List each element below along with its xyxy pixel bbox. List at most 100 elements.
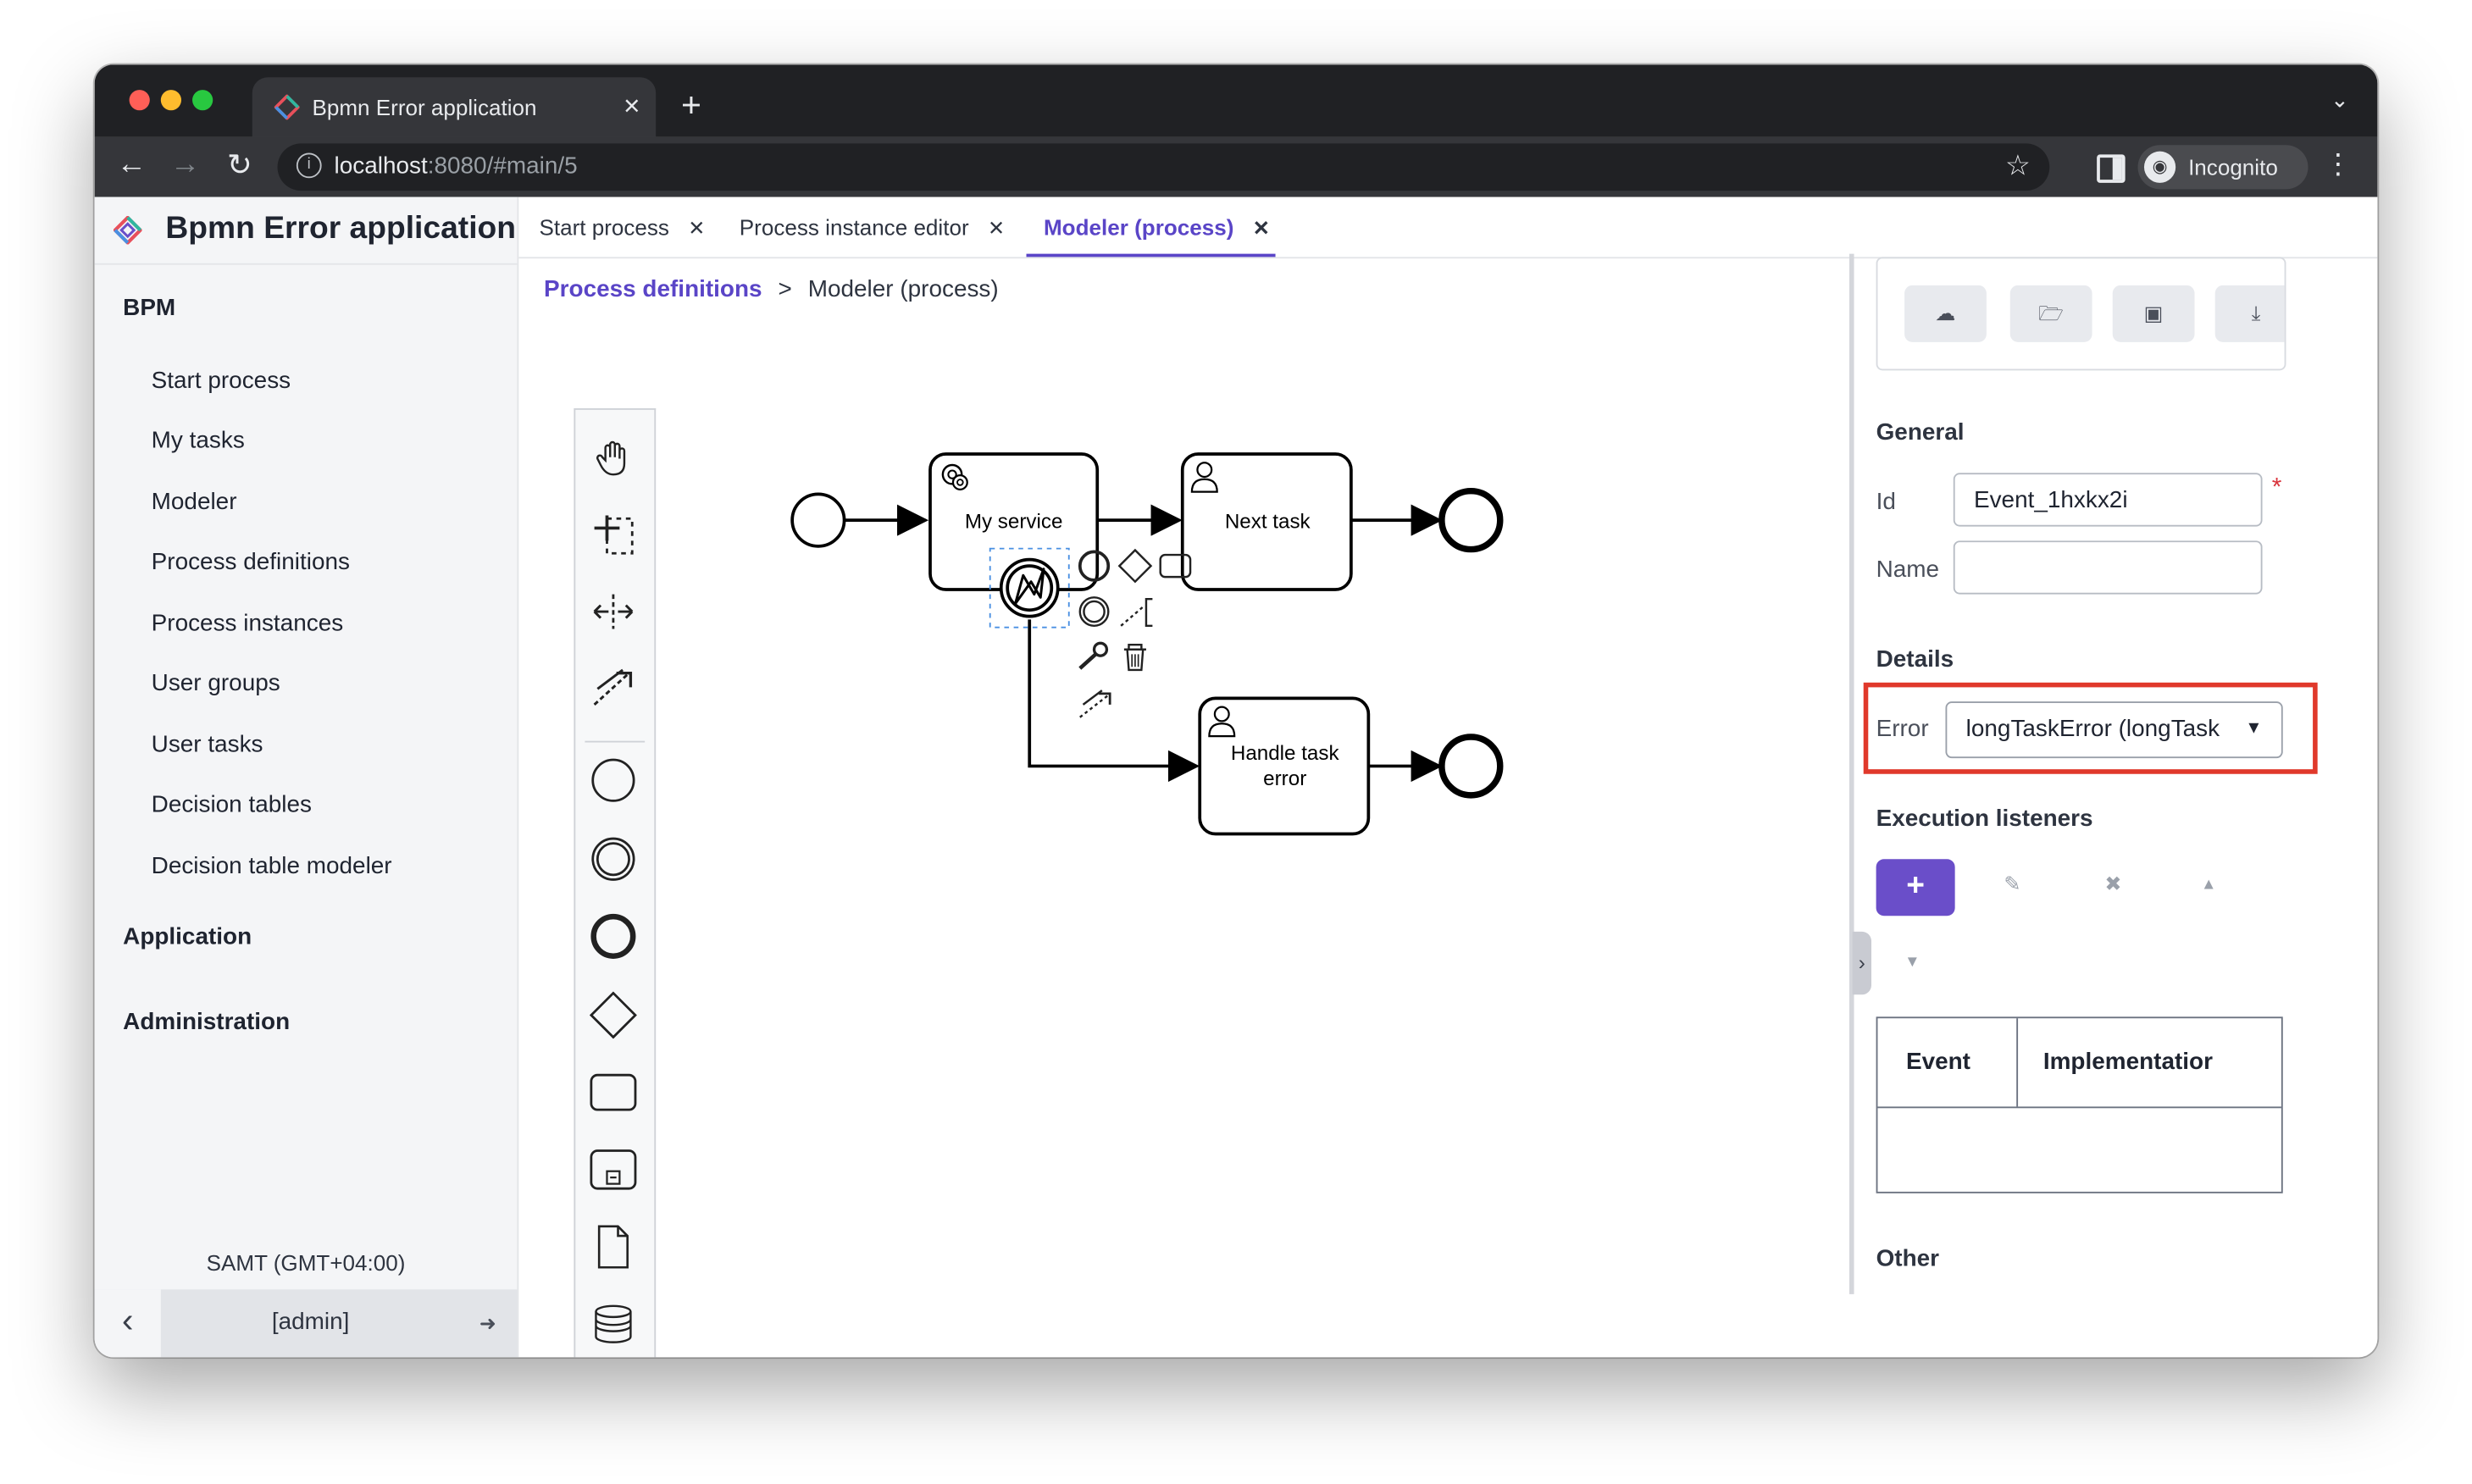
tab-close-icon[interactable]: × (624, 90, 640, 123)
name-label: Name (1876, 556, 1940, 584)
browser-tab[interactable]: Bpmn Error application × (252, 77, 657, 137)
handle-error-task[interactable]: Handle task error (1198, 696, 1371, 836)
download-icon[interactable]: ⤓ (2214, 285, 2285, 342)
site-info-icon[interactable]: i (296, 152, 322, 179)
side-panel-icon[interactable] (2097, 154, 2126, 183)
bookmark-star-icon[interactable]: ☆ (2005, 150, 2031, 183)
section-general: General (1876, 419, 1965, 446)
end-event[interactable] (1438, 734, 1504, 799)
name-input[interactable] (1953, 540, 2263, 595)
sidebar: Bpmn Error application BPM Start process… (94, 197, 519, 1358)
properties-panel: ☁ 🗁 ▣ ⤓ General Id * Name Details Error … (1863, 257, 2378, 1357)
app-tabs: Start process ✕ Process instance editor ✕ … (518, 197, 2378, 259)
app-logo-icon (113, 215, 142, 245)
task-label-line2: error (1263, 767, 1306, 790)
browser-tab-title: Bpmn Error application (312, 94, 537, 120)
start-event[interactable] (790, 492, 846, 548)
menu-item-user-groups[interactable]: User groups (152, 670, 280, 697)
new-tab-icon[interactable]: + (681, 85, 701, 125)
folder-open-icon[interactable]: 🗁 (2009, 285, 2092, 342)
tab-process-instance-editor[interactable]: Process instance editor ✕ (740, 214, 1005, 241)
minimize-window-button[interactable] (160, 90, 182, 111)
append-intermediate-event-icon[interactable] (1078, 596, 1110, 628)
id-input[interactable] (1953, 473, 2263, 527)
column-event[interactable]: Event (1906, 1049, 1970, 1076)
user-bar: ‹ [admin] ➜ (94, 1289, 518, 1358)
column-divider (2016, 1018, 2019, 1107)
bpmn-canvas[interactable]: My service Next task Handle task error (518, 311, 1862, 1358)
logout-icon[interactable]: ➜ (479, 1311, 496, 1337)
browser-titlebar: Bpmn Error application × + ⌄ (94, 64, 2378, 137)
main-area: Start process ✕ Process instance editor ✕ … (518, 197, 2378, 1358)
error-select-value: longTaskError (longTask (1965, 715, 2220, 743)
move-down-icon[interactable]: ▼ (1904, 954, 1920, 971)
user-name[interactable]: [admin] (161, 1309, 461, 1336)
close-icon[interactable]: ✕ (988, 216, 1005, 240)
connect-icon[interactable] (1079, 689, 1111, 718)
menu-item-process-definitions[interactable]: Process definitions (152, 549, 350, 576)
edit-pencil-icon[interactable]: ✎ (2004, 872, 2020, 897)
cloud-upload-icon[interactable]: ☁ (1904, 285, 1987, 342)
reload-icon[interactable]: ↻ (227, 148, 252, 185)
chevron-right-icon[interactable]: › (1852, 931, 1872, 995)
chevron-down-icon[interactable]: ⌄ (2331, 86, 2349, 114)
profile-label: Incognito (2188, 154, 2278, 180)
back-arrow-icon[interactable]: ← (117, 148, 147, 183)
error-label: Error (1876, 715, 1929, 743)
panel-splitter[interactable] (1848, 253, 1854, 1294)
menu-item-start-process[interactable]: Start process (152, 368, 291, 395)
tab-start-process[interactable]: Start process ✕ (539, 214, 705, 241)
wrench-icon[interactable] (1078, 641, 1109, 670)
collapse-sidebar-icon[interactable]: ‹ (94, 1289, 161, 1358)
menu-item-decision-table-modeler[interactable]: Decision table modeler (152, 853, 392, 880)
error-select[interactable]: longTaskError (longTask ▼ (1945, 701, 2283, 759)
close-icon[interactable]: ✕ (688, 216, 705, 240)
text-annotation-icon[interactable] (1120, 597, 1153, 628)
task-label: Next task (1225, 510, 1311, 533)
menu-group-administration[interactable]: Administration (123, 1009, 290, 1036)
add-listener-button[interactable]: + (1876, 859, 1955, 916)
menu-item-decision-tables[interactable]: Decision tables (152, 791, 312, 818)
menu-item-my-tasks[interactable]: My tasks (152, 427, 245, 454)
breadcrumb: Process definitions > Modeler (process) (544, 276, 999, 303)
browser-menu-icon[interactable]: ⋮ (2324, 148, 2352, 181)
close-window-button[interactable] (129, 90, 150, 111)
column-implementation[interactable]: Implementatior (2043, 1049, 2213, 1076)
menu-item-user-tasks[interactable]: User tasks (152, 732, 263, 759)
bpmn-diagram[interactable]: My service Next task Handle task error (518, 311, 1843, 1351)
user-task[interactable]: Next task (1180, 452, 1353, 591)
save-icon[interactable]: ▣ (2112, 285, 2195, 342)
breadcrumb-current: Modeler (process) (807, 275, 999, 303)
menu-item-modeler[interactable]: Modeler (152, 489, 237, 516)
end-event[interactable] (1438, 487, 1504, 553)
error-flow[interactable] (1028, 619, 1200, 783)
browser-toolbar: ← → ↻ i localhost:8080/#main/5 ☆ ◉ Incog… (94, 136, 2378, 197)
forward-arrow-icon[interactable]: → (170, 148, 200, 183)
timezone-label: SAMT (GMT+04:00) (206, 1249, 406, 1276)
breadcrumb-separator: > (778, 275, 792, 303)
move-up-icon[interactable]: ▲ (2201, 877, 2216, 894)
url-text: localhost:8080/#main/5 (334, 152, 578, 180)
boundary-error-event[interactable] (999, 557, 1060, 618)
menu-item-process-instances[interactable]: Process instances (152, 610, 344, 637)
task-label: My service (965, 510, 1063, 533)
menu-group-application[interactable]: Application (123, 924, 252, 951)
breadcrumb-link[interactable]: Process definitions (544, 276, 762, 303)
close-icon[interactable]: ✕ (1253, 216, 1270, 240)
append-gateway-icon[interactable] (1117, 548, 1153, 584)
task-label-line1: Handle task (1231, 742, 1340, 765)
address-bar[interactable]: i localhost:8080/#main/5 ☆ (277, 143, 2050, 191)
incognito-icon: ◉ (2143, 151, 2176, 183)
caret-down-icon: ▼ (2245, 718, 2263, 738)
tab-modeler-process[interactable]: Modeler (process) ✕ (1044, 214, 1270, 241)
app-brand: Bpmn Error application (94, 197, 518, 265)
section-other: Other (1876, 1245, 1940, 1272)
remove-x-icon[interactable]: ✖ (2104, 872, 2121, 897)
profile-button[interactable]: ◉ Incognito (2137, 145, 2308, 190)
menu-group-bpm[interactable]: BPM (123, 295, 175, 322)
trash-icon[interactable] (1123, 643, 1146, 672)
active-tab-indicator (1026, 253, 1276, 257)
app-title: Bpmn Error application (165, 211, 517, 246)
app-favicon-icon (274, 94, 300, 120)
maximize-window-button[interactable] (192, 90, 213, 111)
